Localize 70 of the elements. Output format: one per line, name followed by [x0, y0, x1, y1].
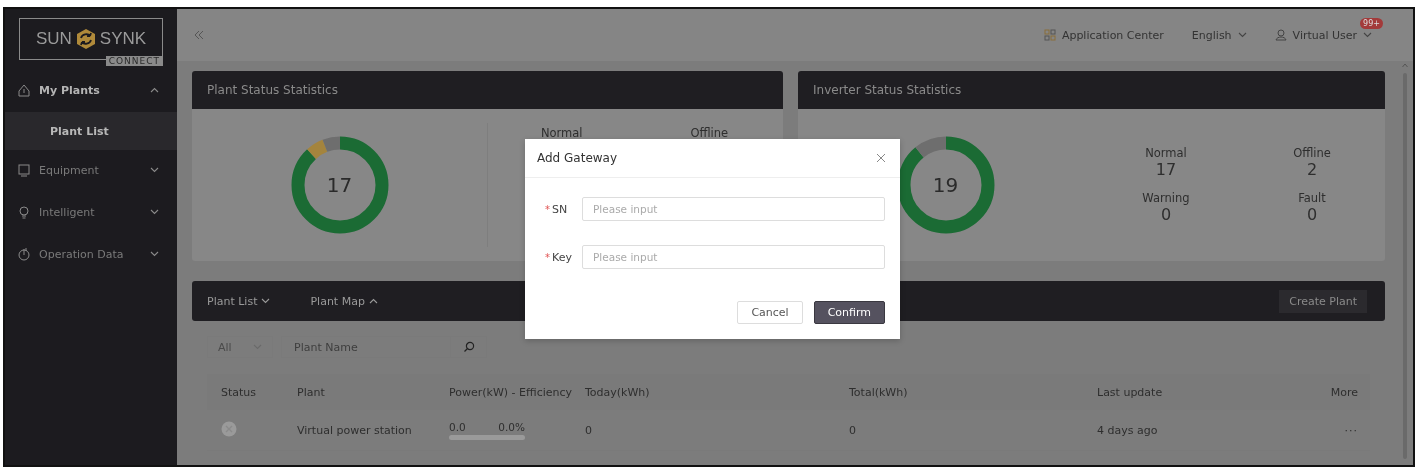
double-chevron-left-icon — [193, 30, 205, 40]
more-actions[interactable]: ··· — [1344, 423, 1358, 437]
stat-label: Fault — [1298, 191, 1326, 205]
application-center-link[interactable]: Application Center — [1043, 28, 1164, 42]
column-header: Plant — [297, 385, 326, 399]
monitor-icon — [17, 163, 31, 177]
card-title: Inverter Status Statistics — [798, 71, 1385, 109]
chevron-down-icon — [150, 167, 159, 173]
field-label: Key — [552, 250, 573, 264]
input-field[interactable]: Please input — [582, 245, 885, 269]
column-header: Status — [220, 385, 258, 399]
logo-tagline: CONNECT — [105, 56, 163, 66]
table-cell-text: 0 — [585, 423, 593, 437]
create-plant-button[interactable]: Create Plant — [1279, 289, 1367, 313]
close-icon — [876, 153, 886, 163]
lightbulb-icon — [17, 205, 31, 219]
stat-value: 0 — [1160, 205, 1172, 224]
view-tab[interactable]: Plant List — [207, 294, 271, 308]
stat-value: 0 — [1306, 205, 1318, 224]
person-icon — [1274, 29, 1287, 41]
chevron-down-icon — [150, 209, 159, 215]
stat-value: 17 — [1155, 160, 1177, 179]
donut-total: 17 — [326, 173, 353, 197]
cancel-button[interactable]: Cancel — [737, 301, 803, 324]
stat-label: Normal — [1145, 146, 1187, 160]
column-header: Today(kWh) — [585, 385, 651, 399]
input-field[interactable]: Please input — [582, 197, 885, 221]
chevron-down-icon — [150, 251, 159, 257]
user-menu[interactable]: Virtual User — [1274, 28, 1373, 42]
hexagon-arrows-icon — [74, 28, 97, 50]
stat-label: Offline — [690, 126, 729, 140]
stat-label: Normal — [540, 126, 583, 140]
view-tab[interactable]: Plant Map — [310, 294, 378, 308]
card-title: Plant Status Statistics — [192, 71, 783, 109]
sidebar-item[interactable]: Operation Data — [5, 234, 177, 274]
chevron-down-icon — [1237, 32, 1247, 38]
sidebar-item[interactable]: Intelligent — [5, 192, 177, 232]
table-cell-text: Virtual power station — [297, 423, 413, 437]
column-header: More — [1329, 385, 1359, 399]
confirm-button[interactable]: Confirm — [813, 301, 885, 324]
sidebar-item[interactable]: Equipment — [5, 150, 177, 190]
column-header: Power(kW) - Efficiency — [449, 385, 574, 399]
stat-value: 2 — [1306, 160, 1318, 179]
house-icon — [17, 83, 31, 97]
efficiency-value: 0.0% — [498, 420, 525, 433]
logo-text: SYNK — [99, 29, 147, 49]
notification-badge: 99+ — [1360, 17, 1383, 29]
required-mark: * — [544, 203, 550, 215]
table-cell-text: 0 — [849, 423, 857, 437]
sidebar-subitem[interactable]: Plant List — [5, 112, 177, 150]
chevron-down-icon — [1363, 32, 1373, 38]
stat-label: Offline — [1293, 146, 1331, 160]
language-dropdown[interactable]: English — [1191, 28, 1247, 42]
chevron-down-icon — [261, 298, 271, 304]
stat-label: Warning — [1142, 191, 1190, 205]
sidebar-item[interactable]: My Plants — [5, 70, 177, 110]
close-button[interactable] — [874, 151, 888, 165]
required-mark: * — [544, 251, 550, 263]
grid-icon — [1043, 29, 1056, 41]
donut-total: 19 — [932, 173, 959, 197]
chevron-up-icon — [150, 87, 159, 93]
column-header: Last update — [1097, 385, 1164, 399]
table-cell-text: 4 days ago — [1097, 423, 1159, 437]
power-value: 0.0 — [449, 420, 466, 433]
dialog-title: Add Gateway — [537, 151, 618, 165]
logo-text: SUN — [35, 29, 72, 49]
column-header: Total(kWh) — [849, 385, 909, 399]
chevron-up-icon — [368, 298, 378, 304]
field-label: SN — [552, 202, 569, 216]
gauge-icon — [17, 247, 31, 261]
